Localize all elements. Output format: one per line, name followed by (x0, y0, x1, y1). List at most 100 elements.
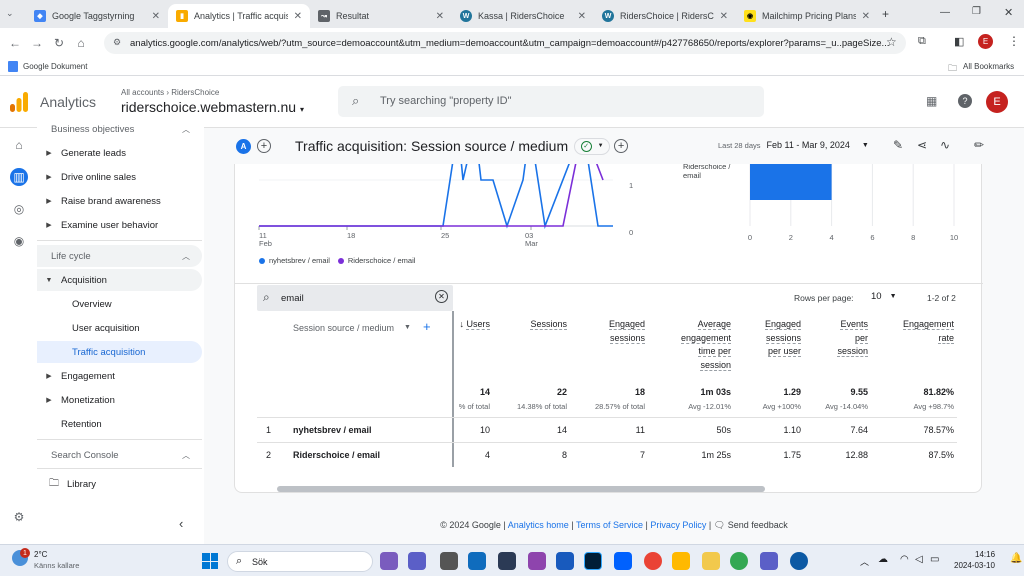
column-header-engaged-sessions-per-user[interactable]: Engaged sessions per user (741, 318, 801, 359)
rows-per-page-select[interactable]: 10 ▼ (871, 291, 897, 302)
advertising-icon[interactable]: ◉ (10, 232, 28, 250)
side-panel-icon[interactable]: ◧ (954, 35, 964, 48)
row-dimension[interactable]: Riderschoice / email (293, 450, 380, 460)
column-header-engagement-rate[interactable]: Engagement rate (878, 318, 954, 345)
apps-grid-icon[interactable]: ▦ (926, 94, 937, 108)
report-status-dropdown[interactable]: ✓ ▼ (574, 137, 611, 155)
battery-icon[interactable]: ▭ (930, 554, 939, 565)
property-selector[interactable]: riderschoice.webmastern.nu ▾ (121, 99, 304, 115)
dimension-header[interactable]: Session source / medium ▼ + (293, 319, 431, 334)
reload-icon[interactable]: ↻ (48, 36, 70, 50)
browser-tab[interactable]: ◆ Google Taggstyrning ✕ (26, 4, 168, 28)
sidebar-item-library[interactable]: 🗀 Library (37, 473, 202, 495)
share-icon[interactable]: ⋖ (917, 138, 927, 152)
restore-icon[interactable]: ❐ (972, 6, 981, 17)
sidebar-item-monetization[interactable]: ▶ Monetization (37, 389, 202, 411)
chrome-profile-icon[interactable] (730, 552, 748, 570)
clear-search-icon[interactable]: ✕ (435, 290, 448, 303)
edit-pencil-icon[interactable]: ✏ (974, 138, 984, 152)
copilot-icon[interactable] (380, 552, 398, 570)
reports-icon[interactable]: ▥ (10, 168, 28, 186)
browser-tab-active[interactable]: ▮ Analytics | Traffic acquisitio✕ (168, 4, 310, 28)
app-b-icon[interactable] (498, 552, 516, 570)
tab-list-chevron-icon[interactable]: ⌄ (6, 8, 14, 19)
sidebar-item-drive-online-sales[interactable]: ▶ Drive online sales (37, 166, 202, 188)
row-dimension[interactable]: nyhetsbrev / email (293, 425, 372, 435)
search-bar[interactable]: ⌕ Try searching "property ID" (338, 86, 764, 117)
terms-link[interactable]: Terms of Service (576, 520, 643, 530)
notifications-icon[interactable]: 🔔 (1010, 553, 1022, 564)
new-tab-icon[interactable]: + (882, 7, 889, 21)
send-feedback-link[interactable]: Send feedback (728, 520, 788, 530)
bookmark-star-icon[interactable]: ☆ (886, 35, 897, 49)
forward-icon[interactable]: → (26, 36, 48, 50)
comparison-badge[interactable]: A (236, 138, 251, 154)
clock-time[interactable]: 14:16 (975, 550, 995, 559)
wifi-icon[interactable]: ◠ (900, 554, 909, 565)
close-icon[interactable]: ✕ (152, 11, 160, 22)
section-life-cycle[interactable]: Life cycle ︿ (37, 245, 202, 267)
site-info-icon[interactable]: ⚙ (113, 37, 121, 48)
edge-icon[interactable] (790, 552, 808, 570)
add-card-icon[interactable]: + (614, 139, 629, 153)
home-icon[interactable]: ⌂ (10, 136, 28, 154)
bookmark-google-docs[interactable]: Google Dokument (23, 62, 87, 71)
explore-icon[interactable]: ◎ (10, 200, 28, 218)
teams-icon[interactable] (408, 552, 426, 570)
photoshop-icon[interactable] (584, 552, 602, 570)
column-header-engaged-sessions[interactable]: Engaged sessions (577, 318, 645, 345)
url-bar[interactable]: ⚙ analytics.google.com/analytics/web/?ut… (104, 32, 906, 54)
word-icon[interactable] (556, 552, 574, 570)
back-icon[interactable]: ← (4, 36, 26, 50)
table-search-box[interactable]: ⌕ email ✕ (257, 285, 453, 311)
clock-date[interactable]: 2024-03-10 (954, 561, 995, 570)
profile-avatar[interactable]: E (978, 34, 993, 49)
sidebar-item-overview[interactable]: Overview (37, 293, 202, 315)
analytics-home-link[interactable]: Analytics home (508, 520, 569, 530)
minimize-icon[interactable]: — (940, 7, 950, 18)
cloud-icon[interactable]: ☁ (878, 554, 888, 565)
insights-icon[interactable]: ∿ (940, 138, 950, 152)
close-icon[interactable]: ✕ (436, 11, 444, 22)
sidebar-item-generate-leads[interactable]: ▶ Generate leads (37, 142, 202, 164)
breadcrumb[interactable]: All accounts › RidersChoice (121, 88, 219, 97)
column-header-sessions[interactable]: Sessions (500, 318, 567, 332)
close-icon[interactable]: ✕ (862, 11, 870, 22)
close-icon[interactable]: ✕ (720, 11, 728, 22)
customize-report-icon[interactable]: ✎ (893, 138, 903, 152)
sidebar-item-acquisition[interactable]: ▼ Acquisition (37, 269, 202, 291)
account-avatar[interactable]: E (986, 91, 1008, 113)
taskbar-search[interactable]: ⌕ Sök (227, 551, 373, 572)
teams-icon[interactable] (760, 552, 778, 570)
home-icon[interactable]: ⌂ (70, 36, 92, 50)
add-dimension-icon[interactable]: + (423, 319, 431, 334)
sidebar-item-raise-brand-awareness[interactable]: ▶ Raise brand awareness (37, 190, 202, 212)
chrome-icon[interactable] (644, 552, 662, 570)
sidebar-item-engagement[interactable]: ▶ Engagement (37, 365, 202, 387)
help-icon[interactable]: ? (958, 94, 972, 108)
volume-icon[interactable]: ◁ (915, 554, 923, 565)
extensions-icon[interactable]: ⧉ (918, 35, 926, 48)
close-window-icon[interactable]: ✕ (1004, 6, 1013, 19)
app-icon[interactable] (528, 552, 546, 570)
folder-icon[interactable] (702, 552, 720, 570)
app-icon[interactable] (672, 552, 690, 570)
privacy-link[interactable]: Privacy Policy (650, 520, 706, 530)
sidebar-item-user-acquisition[interactable]: User acquisition (37, 317, 202, 339)
close-icon[interactable]: ✕ (578, 11, 586, 22)
add-comparison-icon[interactable]: + (257, 139, 271, 153)
sidebar-item-retention[interactable]: Retention (37, 413, 202, 435)
chevron-up-icon[interactable]: ︿ (860, 555, 869, 568)
column-header-events-per-session[interactable]: Events per session (811, 318, 868, 359)
collapse-chevron-icon[interactable]: ‹ (179, 516, 183, 531)
settings-gear-icon[interactable]: ⚙ (10, 508, 28, 526)
store-icon[interactable] (468, 552, 486, 570)
file-explorer-icon[interactable] (440, 552, 458, 570)
section-business-objectives[interactable]: Business objectives ︿ (37, 118, 202, 140)
sidebar-item-examine-user-behavior[interactable]: ▶ Examine user behavior (37, 214, 202, 236)
column-header-users[interactable]: ↓ Users (440, 318, 490, 332)
all-bookmarks[interactable]: All Bookmarks (963, 62, 1014, 71)
dropbox-icon[interactable] (614, 552, 632, 570)
browser-tab[interactable]: W Kassa | RidersChoice ✕ (452, 4, 594, 28)
windows-start-icon[interactable] (202, 553, 218, 569)
